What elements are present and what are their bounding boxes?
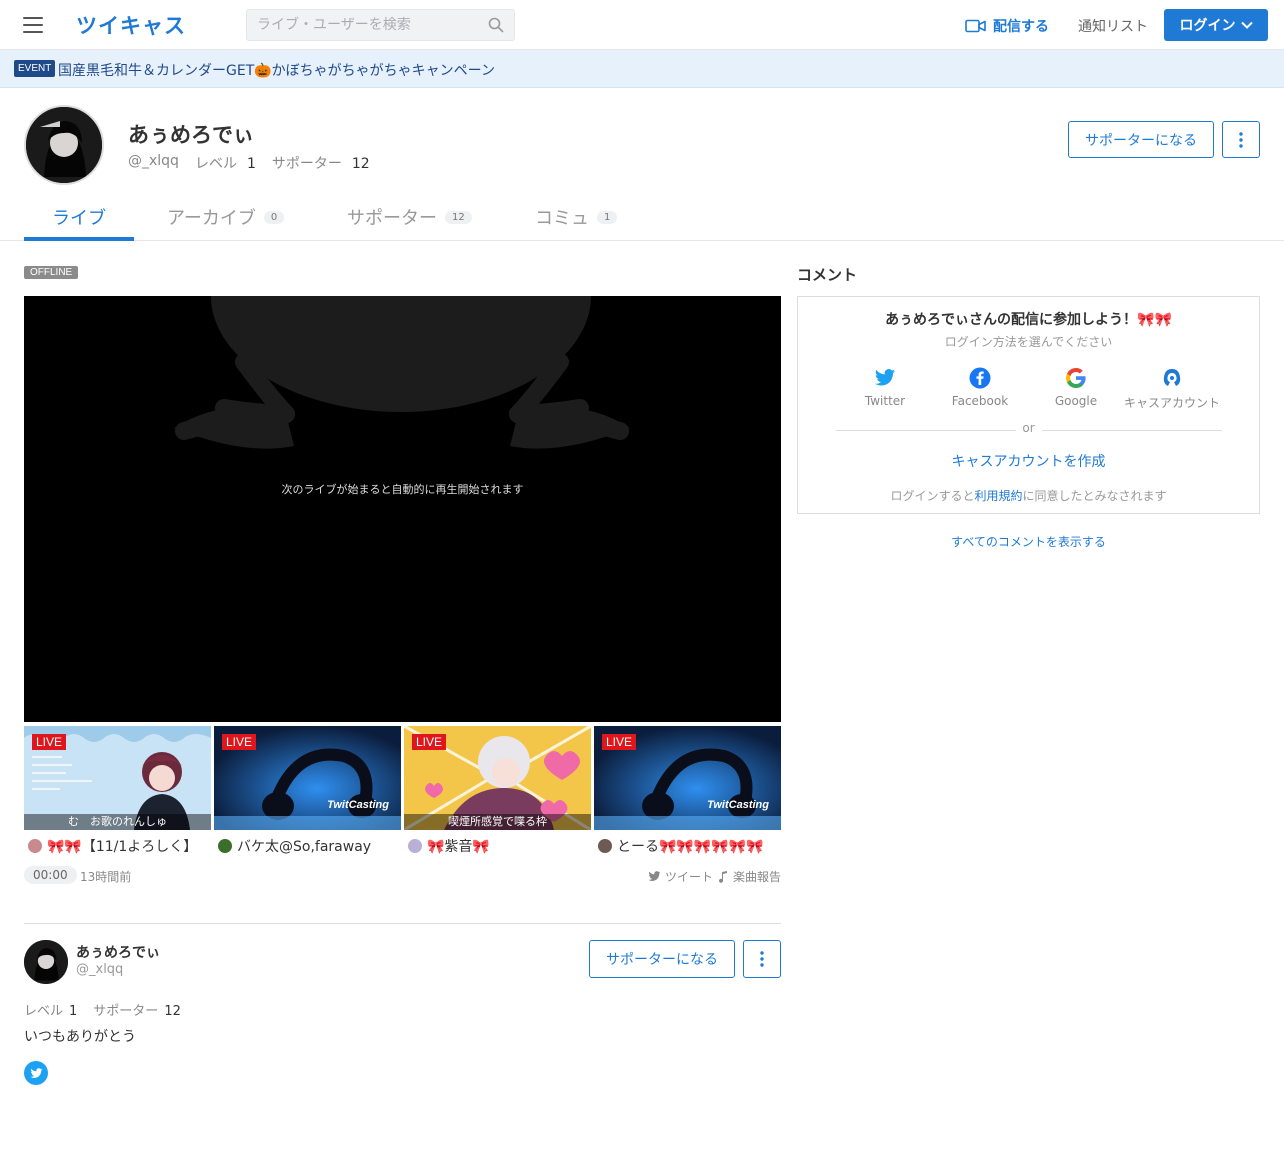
user-avatar [28, 839, 42, 853]
login-button[interactable]: ログイン [1164, 9, 1268, 41]
live-badge: LIVE [32, 734, 67, 750]
more-options-button[interactable] [743, 940, 781, 978]
recommended-lives: LIVE む お歌のれんしゅ LIVE TwitCasting LIVE 喫煙所… [24, 726, 781, 830]
offline-badge: OFFLINE [24, 266, 79, 279]
profile-name-small[interactable]: あぅめろでぃ [76, 942, 160, 962]
twitcasting-logo: TwitCasting [327, 799, 389, 811]
twitter-profile-link[interactable] [24, 1061, 48, 1085]
profile-handle-small: @_xlqq [76, 962, 124, 977]
profile-supporters: サポーター 12 [271, 156, 370, 172]
profile-avatar-small[interactable] [24, 940, 68, 984]
user-avatar [598, 839, 612, 853]
search-box [246, 9, 515, 41]
vertical-dots-icon [1239, 131, 1243, 148]
live-thumbnail-title[interactable]: とーる🎀🎀🎀🎀🎀🎀 [598, 836, 785, 856]
video-player[interactable]: 次のライブが始まると自動的に再生開始されます [24, 296, 781, 722]
profile-handle: @_xlqq [128, 153, 179, 169]
live-thumbnail[interactable]: LIVE む お歌のれんしゅ [24, 726, 211, 830]
login-method-hint: ログイン方法を選んでください [944, 335, 1113, 349]
profile-supporters: サポーター 12 [93, 1004, 181, 1019]
cas-account-login-button[interactable]: キャスアカウント [1122, 367, 1222, 411]
comment-login-box: あぅめろでぃさんの配信に参加しよう！🎀🎀 ログイン方法を選んでください Twit… [797, 296, 1260, 514]
duration-badge: 00:00 [24, 866, 77, 884]
join-prompt: あぅめろでぃさんの配信に参加しよう！🎀🎀 [885, 312, 1172, 328]
live-thumbnail-title[interactable]: 🎀紫音🎀 [408, 836, 595, 856]
event-badge: EVENT [14, 60, 56, 77]
user-avatar [218, 839, 232, 853]
music-report-link[interactable]: 楽曲報告 [718, 868, 781, 885]
menu-icon[interactable] [23, 17, 43, 33]
tab-community[interactable]: コミュ 1 [535, 204, 618, 230]
profile-meta: @_xlqq レベル 1 サポーター 12 [128, 153, 370, 173]
video-camera-icon [965, 19, 986, 33]
live-badge: LIVE [412, 734, 447, 750]
event-banner: EVENT 国産黒毛和牛＆カレンダーGET🎃かぼちゃがちゃがちゃキャンペーン [0, 50, 1284, 88]
top-header: ツイキャス 配信する 通知リスト ログイン [0, 0, 1284, 50]
google-icon [1066, 368, 1086, 388]
facebook-login-button[interactable]: Facebook [930, 367, 1030, 408]
twitter-login-button[interactable]: Twitter [835, 367, 935, 408]
twitter-icon [874, 369, 896, 386]
chevron-down-icon [1240, 21, 1253, 29]
twitter-icon [30, 1067, 42, 1078]
profile-stats: レベル 1 サポーター 12 [24, 1000, 181, 1019]
broadcast-button[interactable]: 配信する [965, 16, 1049, 36]
profile-name: あぅめろでぃ [128, 123, 254, 147]
section-divider [24, 923, 781, 924]
live-badge: LIVE [602, 734, 637, 750]
live-badge: LIVE [222, 734, 257, 750]
broadcast-label: 配信する [993, 19, 1049, 35]
terms-notice: ログインすると利用規約に同意したとみなされます [890, 489, 1167, 503]
music-note-icon [719, 870, 727, 883]
tweet-link[interactable]: ツイート [648, 868, 713, 885]
live-thumbnail[interactable]: LIVE TwitCasting [214, 726, 401, 830]
become-supporter-button[interactable]: サポーターになる [589, 940, 735, 978]
live-thumbnail[interactable]: LIVE TwitCasting [594, 726, 781, 830]
comments-title: コメント [797, 266, 858, 284]
user-avatar [408, 839, 422, 853]
or-label: or [1022, 421, 1035, 435]
profile-tabs: ライブ アーカイブ 0 サポーター 12 コミュ 1 [0, 196, 1284, 241]
cas-account-icon [1163, 369, 1181, 386]
tab-count: 12 [445, 210, 472, 224]
player-message: 次のライブが始まると自動的に再生開始されます [281, 483, 524, 496]
terms-of-service-link[interactable]: 利用規約 [974, 489, 1022, 503]
tab-count: 1 [597, 210, 618, 224]
search-input[interactable] [257, 10, 477, 40]
facebook-icon [969, 367, 991, 389]
profile-bio: いつもありがとう [24, 1029, 136, 1045]
search-icon[interactable] [488, 17, 504, 33]
become-supporter-button[interactable]: サポーターになる [1068, 121, 1214, 158]
twitcasting-logo: TwitCasting [707, 799, 769, 811]
tab-live[interactable]: ライブ [52, 204, 106, 230]
time-ago: 13時間前 [80, 870, 132, 884]
active-tab-indicator [24, 237, 134, 241]
vertical-dots-icon [760, 951, 764, 967]
more-options-button[interactable] [1222, 121, 1260, 158]
tab-archive[interactable]: アーカイブ 0 [167, 204, 285, 230]
profile-level: レベル 1 [24, 1004, 78, 1019]
create-cas-account-link[interactable]: キャスアカウントを作成 [798, 451, 1259, 471]
live-thumbnail-title[interactable]: 🎀🎀【11/1よろしく】 [28, 836, 215, 856]
login-label: ログイン [1179, 18, 1236, 34]
twitter-icon [648, 871, 661, 881]
site-logo[interactable]: ツイキャス [76, 10, 186, 40]
live-thumbnail[interactable]: LIVE 喫煙所感覚で喋る枠 [404, 726, 591, 830]
profile-avatar[interactable] [24, 105, 104, 185]
show-all-comments-link[interactable]: すべてのコメントを表示する [797, 533, 1260, 550]
thumbnail-caption: 喫煙所感覚で喋る枠 [404, 814, 591, 830]
google-login-button[interactable]: Google [1026, 367, 1126, 408]
offline-mascot-icon [174, 296, 630, 449]
tab-count: 0 [263, 210, 285, 224]
tab-supporters[interactable]: サポーター 12 [347, 204, 472, 230]
profile-level: レベル 1 [194, 156, 256, 172]
live-thumbnail-title[interactable]: バケ太@So,faraway [218, 836, 405, 856]
thumbnail-caption: む お歌のれんしゅ [24, 814, 211, 830]
notification-list-link[interactable]: 通知リスト [1078, 16, 1148, 36]
event-link[interactable]: 国産黒毛和牛＆カレンダーGET🎃かぼちゃがちゃがちゃキャンペーン [58, 60, 495, 80]
